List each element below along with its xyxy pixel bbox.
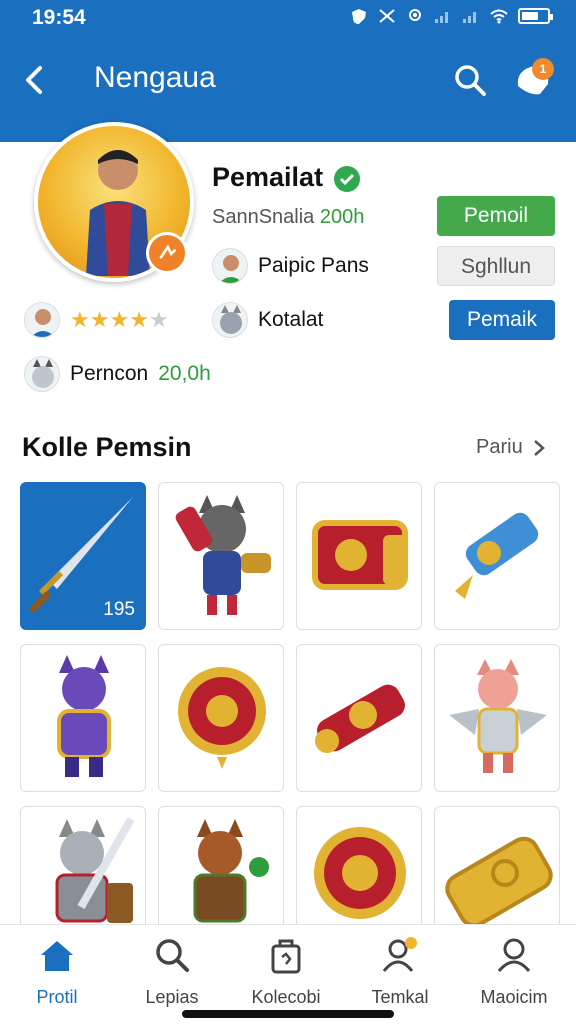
extra-value: 20,0h [158,362,211,385]
star-icon: ★ [70,307,90,332]
extra-row: Perncon 20,0h [24,356,211,392]
rating-stars: ★★★★★ [70,307,169,333]
status-bar: 19:54 [0,0,576,36]
player-portrait-icon [86,150,150,276]
row-1-avatar [212,248,248,284]
profile-subtitle: SannSnalia 200h [212,206,364,229]
nav-label-protil: Protil [36,987,78,1007]
shield-icon [352,9,366,24]
secondary-button[interactable]: Sghllun [437,246,555,286]
nav-label-lepias: Lepias [145,987,199,1007]
item-tile-red-chest[interactable] [296,482,422,630]
verified-icon [334,166,360,192]
page-title: Nengaua [94,61,216,94]
battery-level [522,12,538,20]
star-icon: ★ [109,307,130,332]
mute-icon [379,9,395,23]
profile-name: Pemailat [212,162,324,192]
rating-row: ★★★★★ [24,302,169,338]
search-icon [156,939,189,972]
person-badge-icon [382,937,417,972]
red-cannon-icon [315,684,405,753]
app-bar: Nengaua 1 [0,52,576,108]
notification-button[interactable]: 1 [510,56,558,104]
profile-row-1[interactable]: Paipic Pans [212,248,369,284]
wifi-icon [490,9,508,24]
item-tile-cat-warrior[interactable] [158,482,284,630]
nav-item-maoicim[interactable]: Maoicim [459,935,569,1008]
item-count: 195 [103,599,135,620]
nav-item-lepias[interactable]: Lepias [117,935,227,1008]
pink-cat-winged-icon [449,659,547,773]
section-title: Kolle Pemsin [22,432,192,462]
extra-label: Perncon [70,362,149,385]
profile-row-2[interactable]: Kotalat [212,302,323,338]
item-tile-blue-scroll[interactable] [434,482,560,630]
blue-scroll-icon [455,512,539,599]
notification-badge: 1 [532,58,554,80]
star-icon: ★ [129,307,149,332]
nav-label-kolecobi: Kolecobi [251,987,321,1007]
battery-icon [518,8,553,24]
star-icon: ★ [89,307,110,332]
rating-avatar [24,302,60,338]
status-icons [350,8,553,24]
row-2-avatar [212,302,248,338]
item-tile-sword[interactable]: 195 [20,482,146,630]
row-1-label: Paipic Pans [258,254,369,277]
profile-section: Pemailat SannSnalia 200h Pemoil Sghllun … [0,122,576,412]
purple-cat-knight-icon [57,655,111,777]
nav-item-protil[interactable]: Protil [2,935,112,1008]
nav-label-maoicim: Maoicim [480,987,548,1007]
avatar-level-badge [146,232,188,274]
status-time: 19:54 [32,6,86,29]
nav-item-temkal[interactable]: Temkal [345,935,455,1008]
cat-warrior-icon [175,495,271,615]
item-tile-red-cannon[interactable] [296,644,422,792]
nav-label-temkal: Temkal [371,987,429,1007]
search-icon[interactable] [450,60,490,100]
home-icon [41,941,73,971]
top-app-bar: 19:54 Nengaua 1 [0,0,576,142]
signal-icon-2 [463,12,476,23]
row-2-label: Kotalat [258,308,324,331]
person-icon [497,938,531,972]
arrow-up-icon [159,244,176,259]
back-arrow-icon[interactable] [18,60,54,100]
star-icon: ★ [148,307,169,332]
primary-button[interactable]: Pemoil [437,196,555,236]
tertiary-button[interactable]: Pemaik [449,300,555,340]
nav-item-kolecobi[interactable]: Kolecobi [231,935,341,1008]
bag-icon [271,939,301,974]
red-gold-shield-icon [178,667,266,769]
signal-icon [435,12,448,23]
home-indicator[interactable] [182,1010,394,1018]
subtitle-value: 200h [319,206,365,228]
location-icon [409,9,421,21]
extra-avatar [24,356,60,392]
see-more-link[interactable]: Pariu [476,436,546,459]
chevron-right-icon [534,439,546,456]
subtitle-label: SannSnalia [212,206,315,228]
item-tile-pink-cat-winged[interactable] [434,644,560,792]
item-tile-red-gold-shield[interactable] [158,644,284,792]
bottom-navigation: Protil Lepias Kolecobi Temkal Maoicim [0,924,576,1024]
red-chest-icon [312,520,408,590]
item-tile-purple-cat-knight[interactable] [20,644,146,792]
see-more-label: Pariu [476,436,523,458]
